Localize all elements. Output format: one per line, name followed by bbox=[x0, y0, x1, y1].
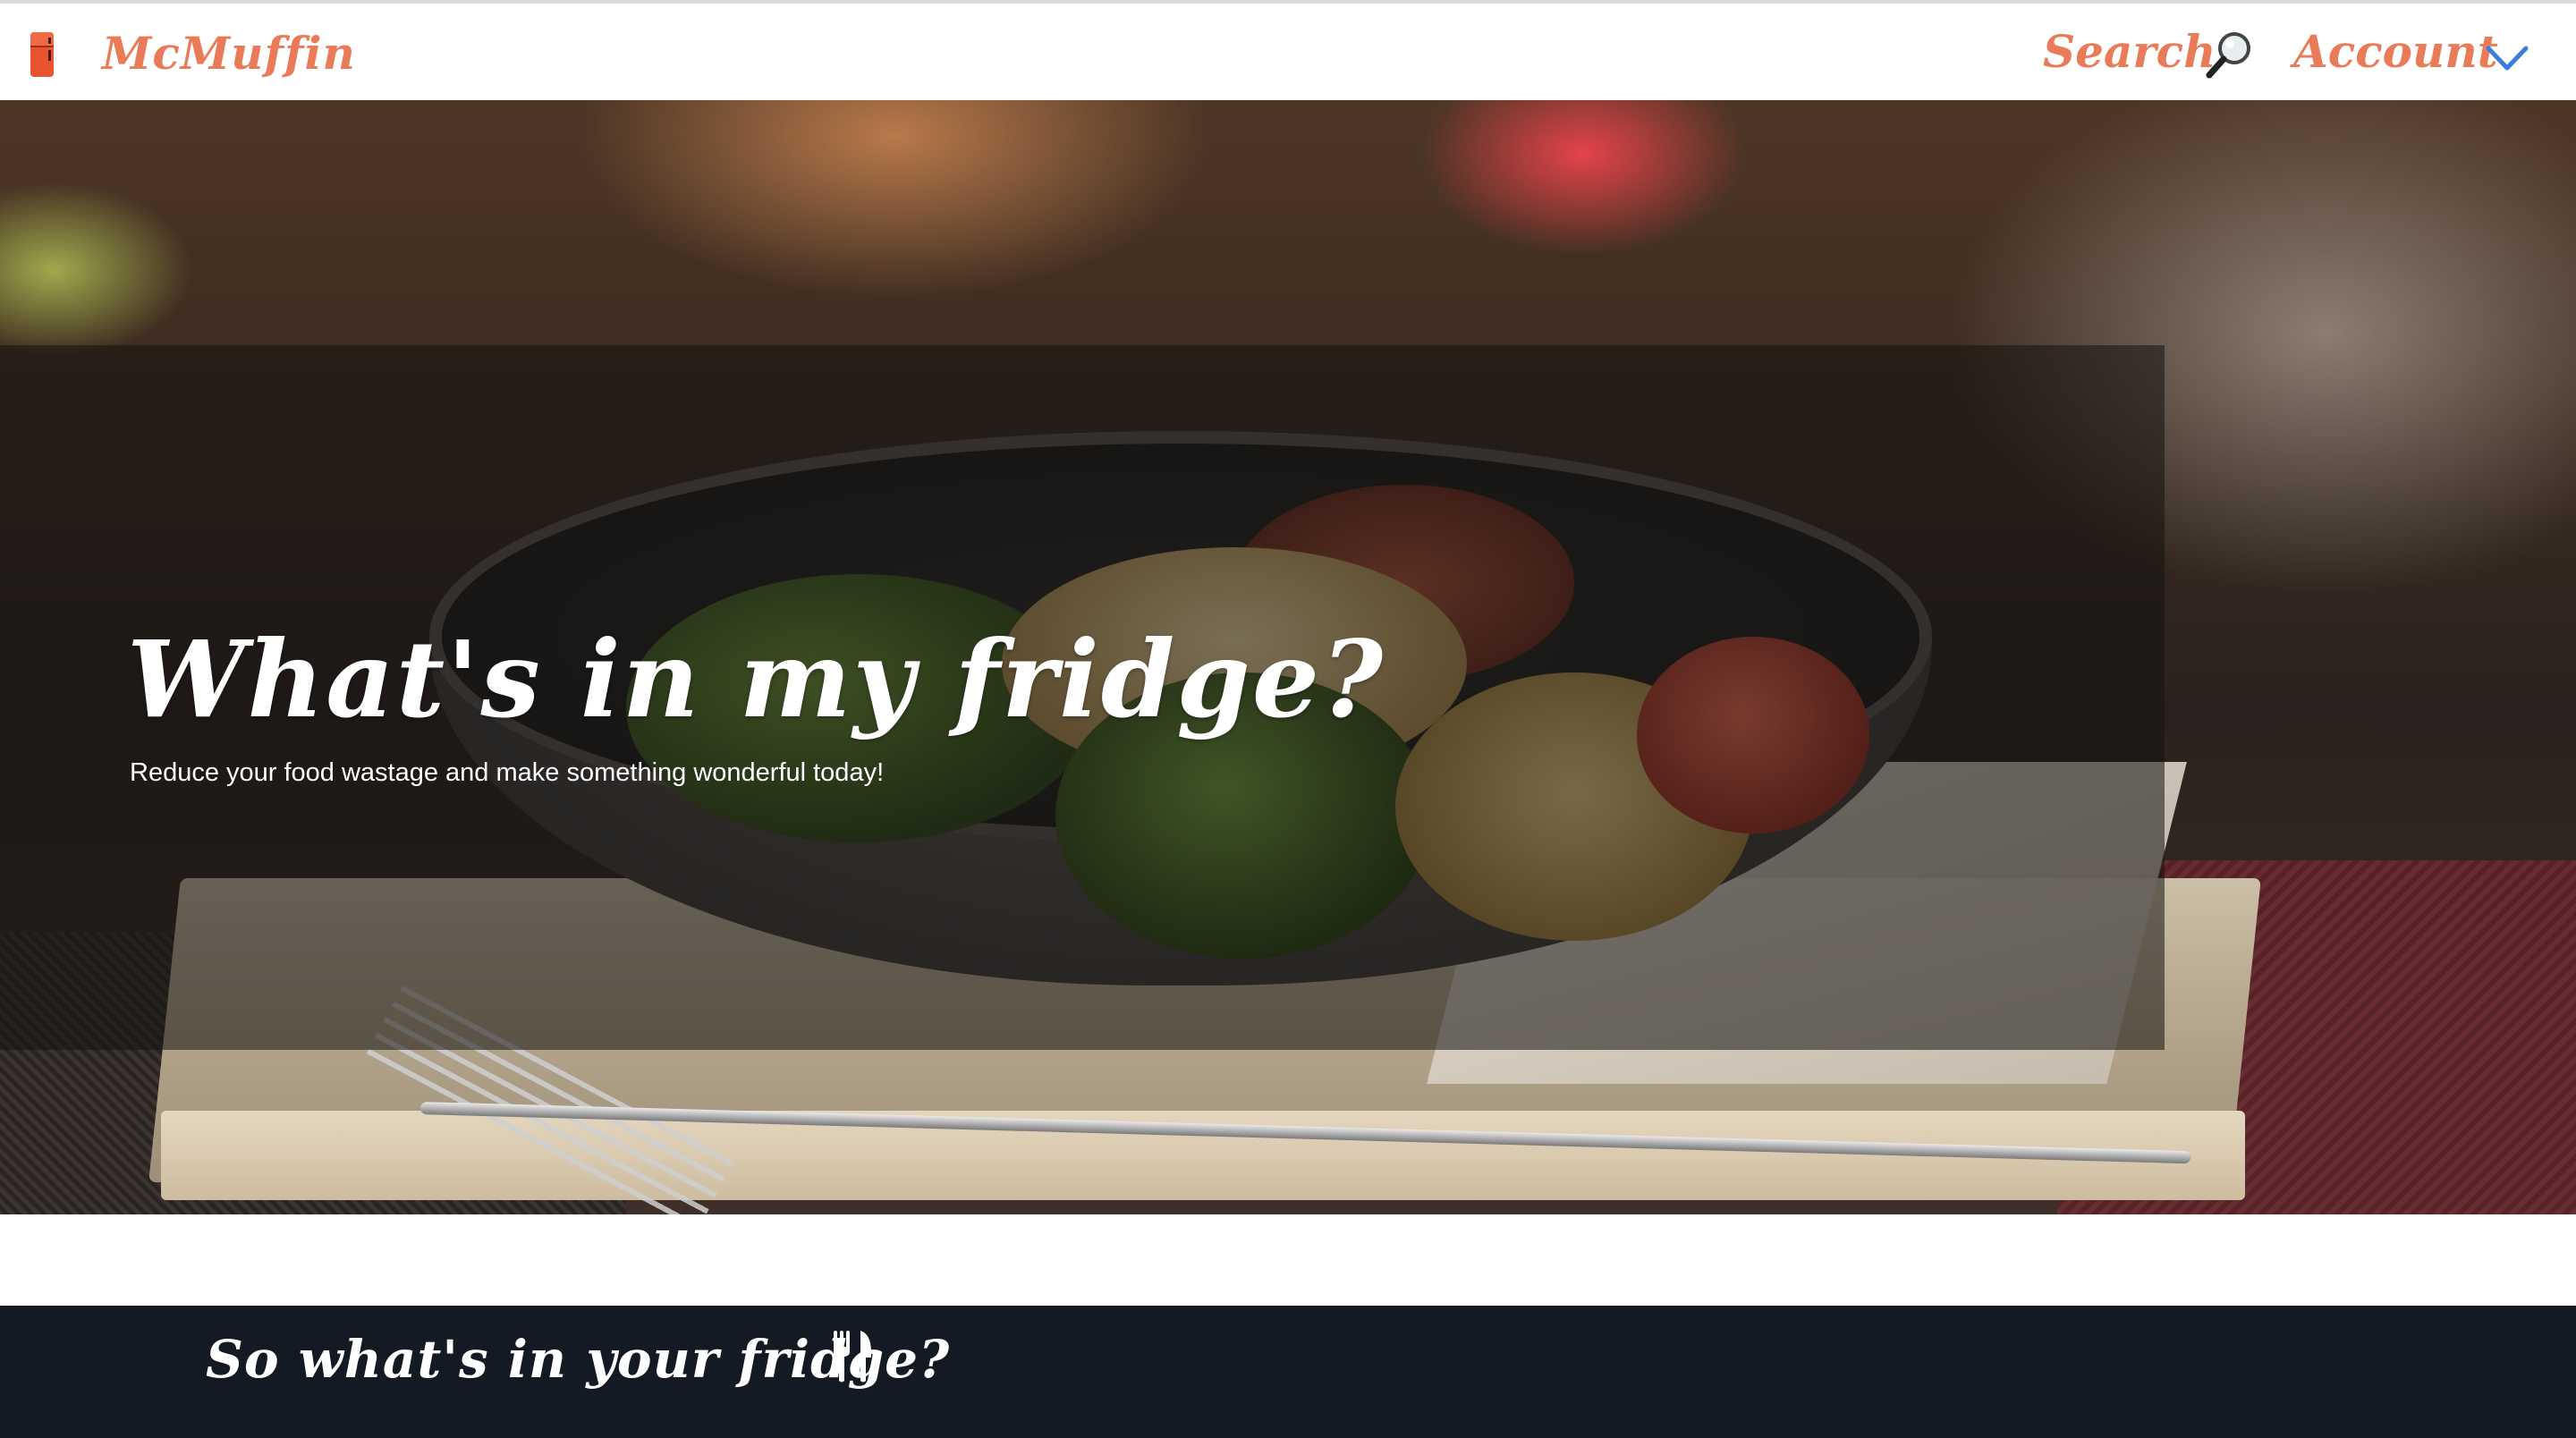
fork-knife-icon bbox=[834, 1331, 871, 1383]
chevron-down-icon[interactable] bbox=[2485, 43, 2529, 73]
brand-logo[interactable]: McMuffin bbox=[102, 27, 356, 80]
hero-title: What's in my fridge? bbox=[127, 617, 1385, 741]
hero-subtitle: Reduce your food wastage and make someth… bbox=[130, 758, 885, 787]
magnifier-icon[interactable] bbox=[2204, 29, 2256, 80]
fridge-icon[interactable] bbox=[29, 30, 55, 79]
navbar: McMuffin Search Account bbox=[0, 4, 2576, 100]
nav-account-link[interactable]: Account bbox=[2293, 25, 2498, 78]
nav-search-link[interactable]: Search bbox=[2043, 25, 2216, 78]
